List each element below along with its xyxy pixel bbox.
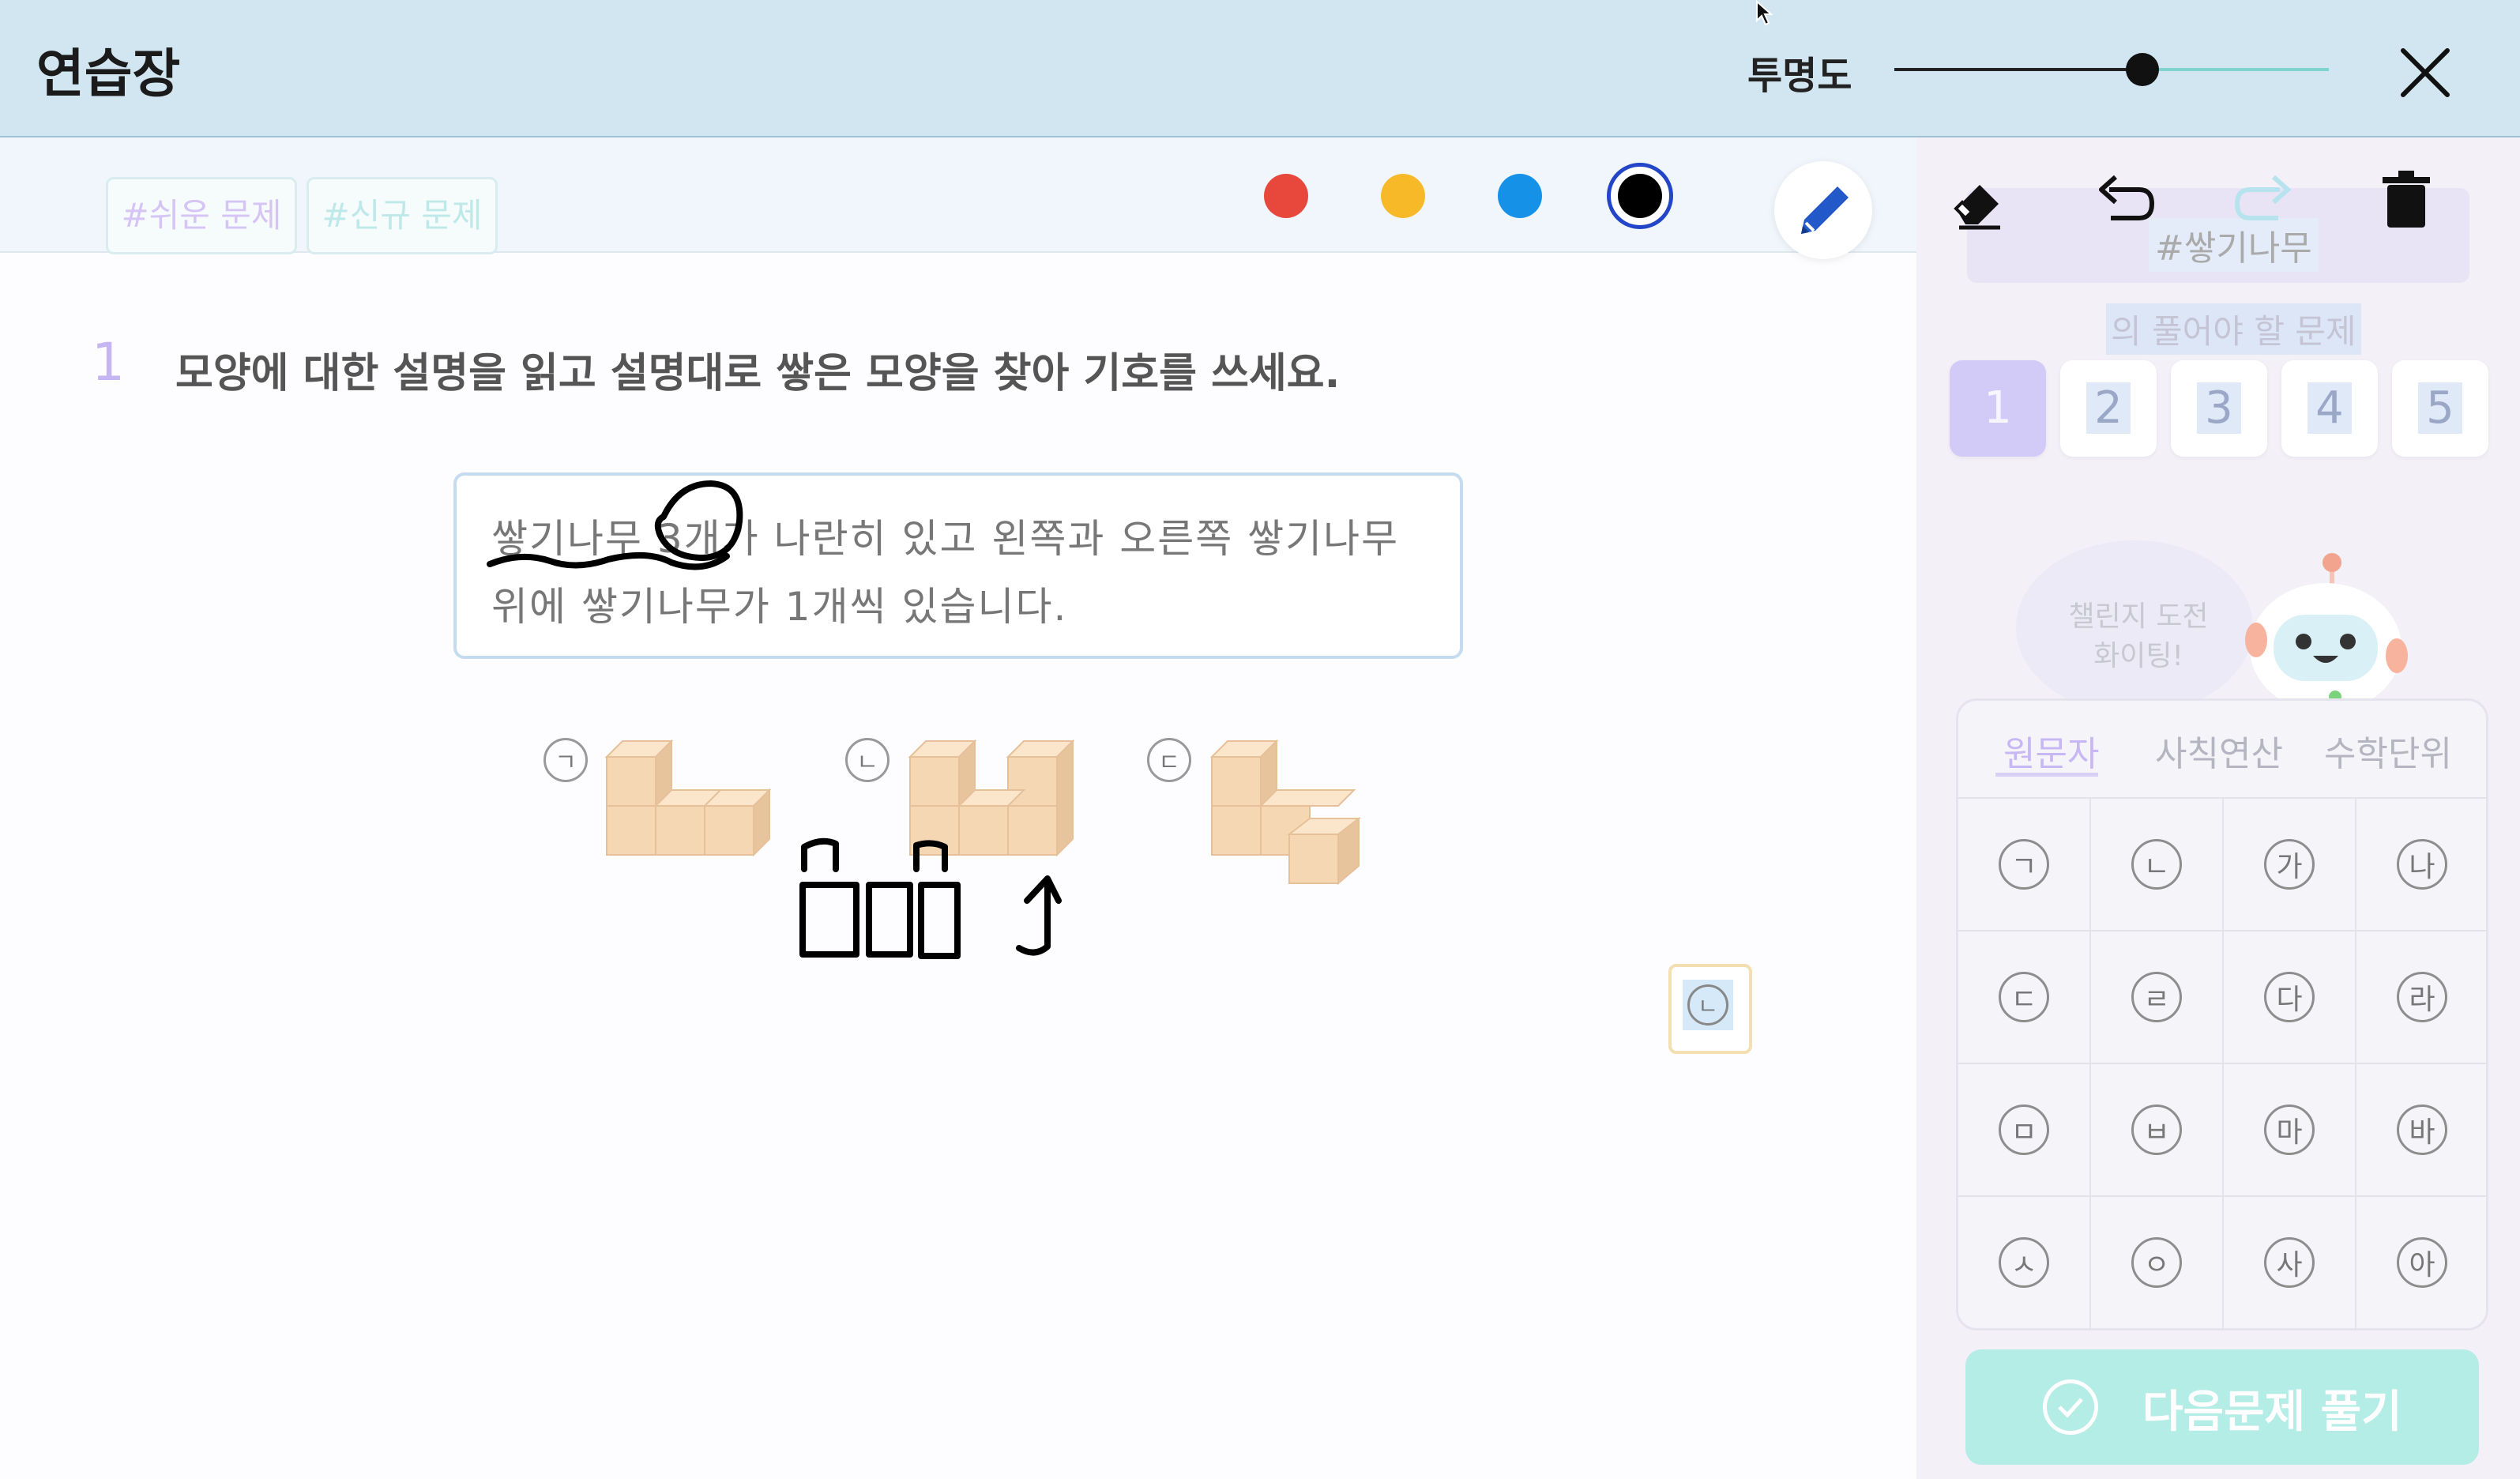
keypad-key-label: ㅁ xyxy=(1999,1105,2049,1155)
keypad-key-label: ㅅ xyxy=(1999,1237,2049,1288)
keypad-key-label: 바 xyxy=(2397,1105,2447,1155)
color-black-swatch xyxy=(1618,174,1662,218)
eraser-icon[interactable] xyxy=(1948,167,2011,231)
next-problem-label: 다음문제 풀기 xyxy=(2142,1387,2402,1438)
redo-icon[interactable] xyxy=(2231,166,2297,232)
keypad-key[interactable]: 바 xyxy=(2356,1064,2486,1197)
keypad-key[interactable]: 나 xyxy=(2356,799,2486,931)
undo-icon[interactable] xyxy=(2092,166,2158,232)
app-title: 연습장 xyxy=(36,43,181,104)
handwriting-ink xyxy=(487,480,1062,959)
keypad-key-label: ㄱ xyxy=(1999,839,2049,890)
option-marker-3: ㄷ xyxy=(1147,738,1191,782)
keypad-key-label: 마 xyxy=(2264,1105,2315,1155)
problem-list-subtitle: 의 풀어야 할 문제 xyxy=(2106,303,2361,355)
keypad-key-label: 나 xyxy=(2397,839,2447,890)
speech-line-1: 챌린지 도전 xyxy=(2068,600,2209,633)
problem-number-2[interactable]: 2 xyxy=(2060,360,2157,457)
block-figure-3 xyxy=(1210,739,1361,886)
keypad-grid: ㄱ ㄴ 가 나 ㄷ ㄹ 다 라 ㅁ ㅂ 마 바 ㅅ ㅇ 사 아 xyxy=(1958,799,2486,1328)
opacity-label: 투명도 xyxy=(1747,54,1852,98)
tab-math-units[interactable]: 수학단위 xyxy=(2324,725,2452,776)
keypad-key-label: ㅂ xyxy=(2131,1105,2182,1155)
pencil-button[interactable] xyxy=(1774,161,1872,259)
keypad: ㄱ ㄴ 가 나 ㄷ ㄹ 다 라 ㅁ ㅂ 마 바 ㅅ ㅇ 사 아 xyxy=(1956,698,2488,1330)
problem-number-1[interactable]: 1 xyxy=(1950,360,2046,457)
opacity-slider-knob[interactable] xyxy=(2125,53,2159,86)
keypad-key[interactable]: 라 xyxy=(2356,931,2486,1064)
keypad-key[interactable]: ㅁ xyxy=(1958,1064,2091,1197)
keypad-key[interactable]: ㄷ xyxy=(1958,931,2091,1064)
tag-easy[interactable]: #쉬운 문제 xyxy=(106,177,297,254)
answer-value: ㄴ xyxy=(1687,984,1728,1026)
keypad-key[interactable]: ㄹ xyxy=(2091,931,2224,1064)
problem-number-label: 4 xyxy=(2307,382,2352,434)
mouse-cursor-icon xyxy=(1756,0,1773,26)
color-red-button[interactable] xyxy=(1264,174,1308,218)
tag-new[interactable]: #신규 문제 xyxy=(307,177,498,254)
keypad-key[interactable]: ㄱ xyxy=(1958,799,2091,931)
problem-number-4[interactable]: 4 xyxy=(2281,360,2378,457)
speech-text: 챌린지 도전 화이팅! xyxy=(2063,597,2213,676)
pencil-icon xyxy=(1801,186,1849,234)
keypad-key-label: ㄹ xyxy=(2131,972,2182,1022)
tab-arithmetic[interactable]: 사칙연산 xyxy=(2155,725,2283,776)
problem-number-label: 2 xyxy=(2086,382,2131,434)
keypad-key[interactable]: 사 xyxy=(2224,1197,2356,1328)
answer-highlight: ㄴ xyxy=(1683,980,1733,1030)
problem-number-label: 3 xyxy=(2197,382,2241,434)
color-blue-button[interactable] xyxy=(1498,174,1542,218)
problem-number-label: 1 xyxy=(1984,382,2012,434)
problem-number-3[interactable]: 3 xyxy=(2171,360,2267,457)
keypad-key-label: ㅇ xyxy=(2131,1237,2182,1288)
keypad-key-label: 다 xyxy=(2264,972,2315,1022)
problem-number-5[interactable]: 5 xyxy=(2392,360,2488,457)
keypad-key[interactable]: ㅇ xyxy=(2091,1197,2224,1328)
opacity-slider-fill xyxy=(1894,68,2142,71)
tab-circled-letters[interactable]: 원문자 xyxy=(2003,725,2099,776)
keypad-key[interactable]: 마 xyxy=(2224,1064,2356,1197)
check-circle-icon xyxy=(2043,1379,2098,1435)
color-yellow-button[interactable] xyxy=(1381,174,1425,218)
keypad-key[interactable]: 다 xyxy=(2224,931,2356,1064)
close-icon[interactable] xyxy=(2392,40,2458,106)
active-tab-indicator xyxy=(1995,773,2098,777)
opacity-slider[interactable] xyxy=(1894,53,2329,86)
keypad-key-label: 가 xyxy=(2264,839,2315,890)
keypad-key-label: ㄷ xyxy=(1999,972,2049,1022)
keypad-key-label: 사 xyxy=(2264,1237,2315,1288)
color-black-button[interactable] xyxy=(1607,163,1673,229)
keypad-key[interactable]: ㄴ xyxy=(2091,799,2224,931)
keypad-key[interactable]: ㅂ xyxy=(2091,1064,2224,1197)
keypad-key[interactable]: 가 xyxy=(2224,799,2356,931)
trash-icon[interactable] xyxy=(2373,166,2439,232)
speech-line-2: 화이팅! xyxy=(2093,640,2183,672)
keypad-key[interactable]: 아 xyxy=(2356,1197,2486,1328)
question-text: 모양에 대한 설명을 읽고 설명대로 쌓은 모양을 찾아 기호를 쓰세요. xyxy=(175,350,1341,397)
keypad-key-label: 아 xyxy=(2397,1237,2447,1288)
question-number: 1 xyxy=(92,332,125,393)
keypad-key[interactable]: ㅅ xyxy=(1958,1197,2091,1328)
keypad-key-label: 라 xyxy=(2397,972,2447,1022)
problem-number-label: 5 xyxy=(2418,382,2462,434)
keypad-key-label: ㄴ xyxy=(2131,839,2182,890)
